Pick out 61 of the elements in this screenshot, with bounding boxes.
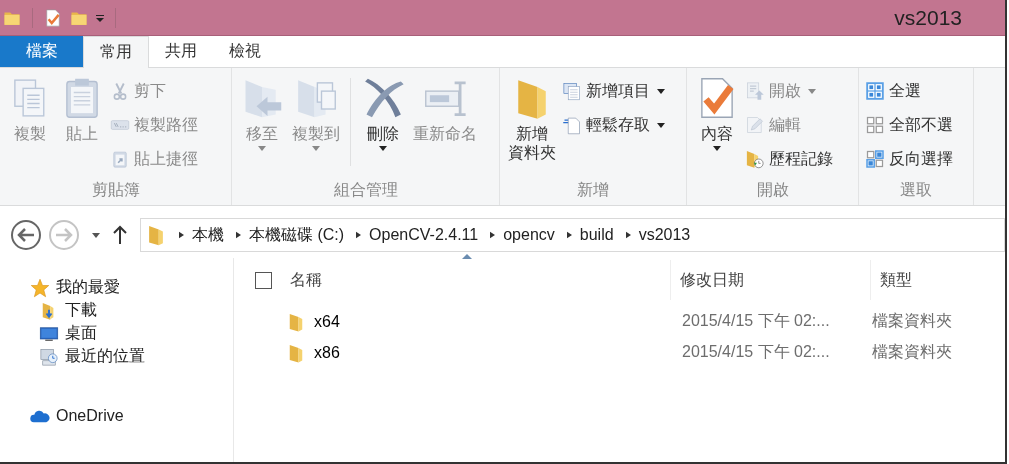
column-header[interactable]: 名稱 — [290, 260, 671, 300]
pencil-page-icon — [745, 115, 765, 135]
ribbon-button[interactable]: 新增項目 — [562, 76, 665, 106]
group-label: 新增 — [576, 180, 610, 200]
ribbon-button[interactable]: 輕鬆存取 — [562, 110, 665, 140]
ribbon-button[interactable]: 歷程記錄 — [745, 144, 833, 174]
column-header[interactable]: 修改日期 — [671, 260, 871, 300]
chevron-icon[interactable] — [625, 231, 631, 239]
ribbon-button[interactable]: 新增 資料夾 — [506, 72, 558, 180]
history-icon — [745, 149, 765, 169]
breadcrumb[interactable]: 本機磁碟 (C:) — [249, 224, 345, 246]
sidebar-item[interactable]: OneDrive — [0, 404, 233, 427]
chevron-icon[interactable] — [236, 231, 241, 239]
column-header[interactable]: 類型 — [871, 260, 912, 300]
sidebar-item[interactable]: 我的最愛 — [0, 276, 233, 299]
back-button[interactable] — [10, 219, 42, 251]
table-cell-text: 2015/4/15 下午 02:... — [681, 311, 831, 331]
file-tab[interactable]: 檔案 — [0, 36, 83, 67]
file-name[interactable]: x86 — [314, 343, 340, 362]
file-name[interactable]: x64 — [314, 312, 340, 331]
star-icon — [30, 277, 50, 298]
chevron-icon[interactable] — [566, 231, 572, 239]
breadcrumb[interactable]: build — [579, 226, 614, 244]
chevron-icon[interactable] — [179, 231, 184, 239]
group-label: 剪貼簿 — [90, 180, 141, 200]
recent-places-icon — [39, 346, 59, 367]
breadcrumb[interactable]: vs2013 — [638, 226, 691, 244]
new-item-icon — [562, 81, 582, 101]
invert-selection-icon — [865, 149, 885, 169]
table-cell-text: 檔案資料夾 — [871, 311, 952, 331]
ribbon-button[interactable]: 刪除 — [359, 72, 407, 180]
chevron-icon[interactable] — [490, 231, 496, 239]
group-label: 選取 — [899, 180, 933, 200]
open-icon — [745, 81, 765, 101]
sidebar-item[interactable]: 桌面 — [0, 322, 233, 345]
sidebar-item[interactable]: 下載 — [0, 299, 233, 322]
chevron-icon[interactable] — [356, 231, 362, 239]
check-page-icon[interactable] — [43, 6, 63, 29]
customize-caret-icon[interactable] — [95, 12, 105, 23]
breadcrumb[interactable]: opencv — [503, 226, 555, 244]
group-label: 組合管理 — [332, 180, 399, 200]
ribbon-button[interactable]: 內容 — [693, 72, 741, 180]
table-cell-text: 檔案資料夾 — [871, 342, 952, 362]
page-icon — [562, 115, 582, 135]
table-cell-text: 2015/4/15 下午 02:... — [681, 342, 831, 362]
shortcut-icon — [110, 149, 130, 169]
select-all-checkbox[interactable] — [255, 271, 272, 289]
up-button[interactable] — [112, 225, 128, 245]
window-title: vs2013 — [894, 5, 963, 30]
recent-caret-icon[interactable] — [92, 232, 100, 238]
select-none-icon — [865, 115, 885, 135]
breadcrumb[interactable]: OpenCV-2.4.11 — [369, 226, 479, 244]
ribbon-button[interactable]: 反向選擇 — [865, 144, 953, 174]
sidebar-item[interactable]: 最近的位置 — [0, 345, 233, 368]
ribbon-tab[interactable]: 常用 — [83, 36, 149, 68]
address-bar[interactable]: 本機 本機磁碟 (C:) OpenCV-2.4.11 opencv build vs2013 — [140, 218, 1005, 252]
ribbon-button[interactable]: 全部不選 — [865, 110, 953, 140]
breadcrumb[interactable]: 本機 — [192, 224, 224, 246]
group-label: 開啟 — [755, 180, 790, 200]
select-all-icon — [865, 81, 885, 101]
ribbon-button[interactable]: 全選 — [865, 76, 953, 106]
